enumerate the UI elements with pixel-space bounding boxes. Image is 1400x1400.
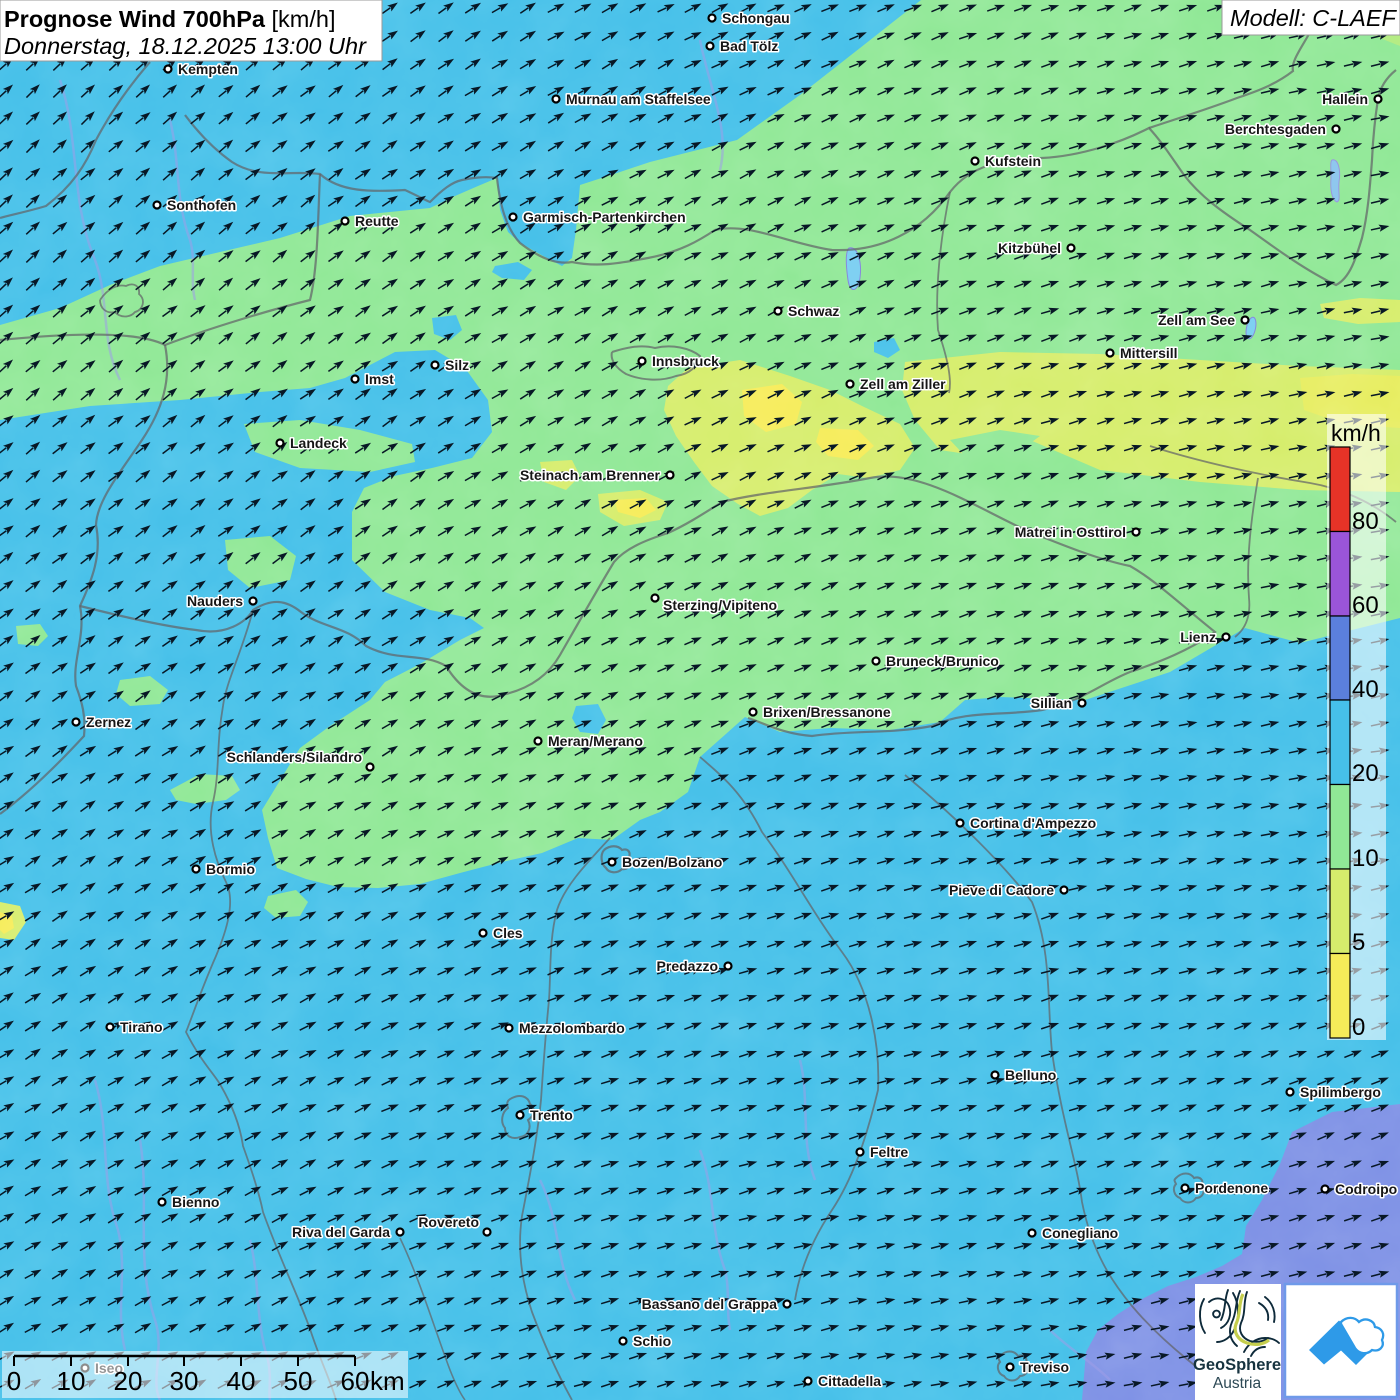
- svg-text:Codroipo: Codroipo: [1335, 1181, 1397, 1197]
- svg-text:40: 40: [227, 1366, 256, 1396]
- svg-text:Kempten: Kempten: [178, 61, 238, 77]
- svg-text:Bozen/Bolzano: Bozen/Bolzano: [622, 854, 722, 870]
- svg-text:Garmisch-Partenkirchen: Garmisch-Partenkirchen: [523, 209, 686, 225]
- svg-text:Matrei in Osttirol: Matrei in Osttirol: [1015, 524, 1126, 540]
- svg-text:Imst: Imst: [365, 371, 394, 387]
- svg-text:Lienz: Lienz: [1180, 629, 1216, 645]
- svg-text:Brixen/Bressanone: Brixen/Bressanone: [763, 704, 891, 720]
- svg-text:GeoSphere: GeoSphere: [1193, 1356, 1281, 1374]
- svg-text:Treviso: Treviso: [1020, 1359, 1069, 1375]
- svg-text:Mittersill: Mittersill: [1120, 345, 1178, 361]
- svg-text:Riva del Garda: Riva del Garda: [292, 1224, 390, 1240]
- svg-text:Kitzbühel: Kitzbühel: [998, 240, 1061, 256]
- svg-text:60: 60: [1352, 592, 1379, 619]
- svg-text:Tirano: Tirano: [120, 1019, 163, 1035]
- svg-text:Schlanders/Silandro: Schlanders/Silandro: [227, 749, 362, 765]
- svg-text:Schio: Schio: [633, 1333, 671, 1349]
- svg-text:Sonthofen: Sonthofen: [167, 197, 236, 213]
- svg-text:Cortina d'Ampezzo: Cortina d'Ampezzo: [970, 815, 1096, 831]
- svg-text:Rovereto: Rovereto: [418, 1214, 479, 1230]
- svg-text:Zernez: Zernez: [86, 714, 131, 730]
- svg-text:Austria: Austria: [1213, 1375, 1262, 1392]
- svg-text:Cittadella: Cittadella: [818, 1373, 881, 1389]
- svg-text:Zell am See: Zell am See: [1158, 312, 1235, 328]
- svg-text:Bienno: Bienno: [172, 1194, 219, 1210]
- svg-text:80: 80: [1352, 508, 1379, 535]
- svg-text:10: 10: [57, 1366, 86, 1396]
- svg-text:60: 60: [341, 1366, 370, 1396]
- svg-text:40: 40: [1352, 676, 1379, 703]
- svg-text:Kufstein: Kufstein: [985, 153, 1041, 169]
- svg-text:0: 0: [7, 1366, 21, 1396]
- svg-text:Bassano del Grappa: Bassano del Grappa: [642, 1296, 778, 1312]
- svg-text:Bormio: Bormio: [206, 861, 255, 877]
- svg-text:Nauders: Nauders: [187, 593, 243, 609]
- svg-text:30: 30: [170, 1366, 199, 1396]
- svg-text:Prognose Wind 700hPa [km/h]: Prognose Wind 700hPa [km/h]: [4, 6, 335, 32]
- svg-text:Conegliano: Conegliano: [1042, 1225, 1118, 1241]
- svg-text:Spilimbergo: Spilimbergo: [1300, 1084, 1381, 1100]
- svg-text:Pordenone: Pordenone: [1195, 1180, 1268, 1196]
- svg-text:Cles: Cles: [493, 925, 523, 941]
- svg-text:km/h: km/h: [1331, 420, 1381, 446]
- svg-text:Berchtesgaden: Berchtesgaden: [1225, 121, 1326, 137]
- svg-text:Pieve di Cadore: Pieve di Cadore: [949, 882, 1054, 898]
- svg-text:Trento: Trento: [530, 1107, 573, 1123]
- svg-text:km: km: [370, 1366, 405, 1396]
- svg-text:Steinach am Brenner: Steinach am Brenner: [520, 467, 661, 483]
- svg-text:Reutte: Reutte: [355, 213, 399, 229]
- svg-text:Donnerstag, 18.12.2025 13:00 U: Donnerstag, 18.12.2025 13:00 Uhr: [4, 33, 367, 59]
- svg-text:Zell am Ziller: Zell am Ziller: [860, 376, 946, 392]
- svg-text:Murnau am Staffelsee: Murnau am Staffelsee: [566, 91, 711, 107]
- svg-text:Modell: C-LAEF: Modell: C-LAEF: [1230, 5, 1397, 31]
- svg-text:20: 20: [114, 1366, 143, 1396]
- svg-text:10: 10: [1352, 845, 1379, 872]
- svg-text:Sterzing/Vipiteno: Sterzing/Vipiteno: [663, 597, 777, 613]
- svg-text:Bad Tölz: Bad Tölz: [720, 38, 778, 54]
- svg-text:Meran/Merano: Meran/Merano: [548, 733, 643, 749]
- svg-text:20: 20: [1352, 760, 1379, 787]
- svg-text:Predazzo: Predazzo: [657, 958, 718, 974]
- svg-text:Schongau: Schongau: [722, 10, 790, 26]
- svg-text:Sillian: Sillian: [1031, 695, 1072, 711]
- svg-text:Landeck: Landeck: [290, 435, 347, 451]
- svg-text:50: 50: [284, 1366, 313, 1396]
- svg-text:0: 0: [1352, 1014, 1365, 1041]
- svg-text:5: 5: [1352, 929, 1365, 956]
- svg-text:Feltre: Feltre: [870, 1144, 908, 1160]
- svg-text:Silz: Silz: [445, 357, 469, 373]
- svg-text:Innsbruck: Innsbruck: [652, 353, 719, 369]
- svg-text:Mezzolombardo: Mezzolombardo: [519, 1020, 625, 1036]
- svg-text:Belluno: Belluno: [1005, 1067, 1056, 1083]
- svg-text:Bruneck/Brunico: Bruneck/Brunico: [886, 653, 999, 669]
- svg-text:Hallein: Hallein: [1322, 91, 1368, 107]
- svg-text:Schwaz: Schwaz: [788, 303, 839, 319]
